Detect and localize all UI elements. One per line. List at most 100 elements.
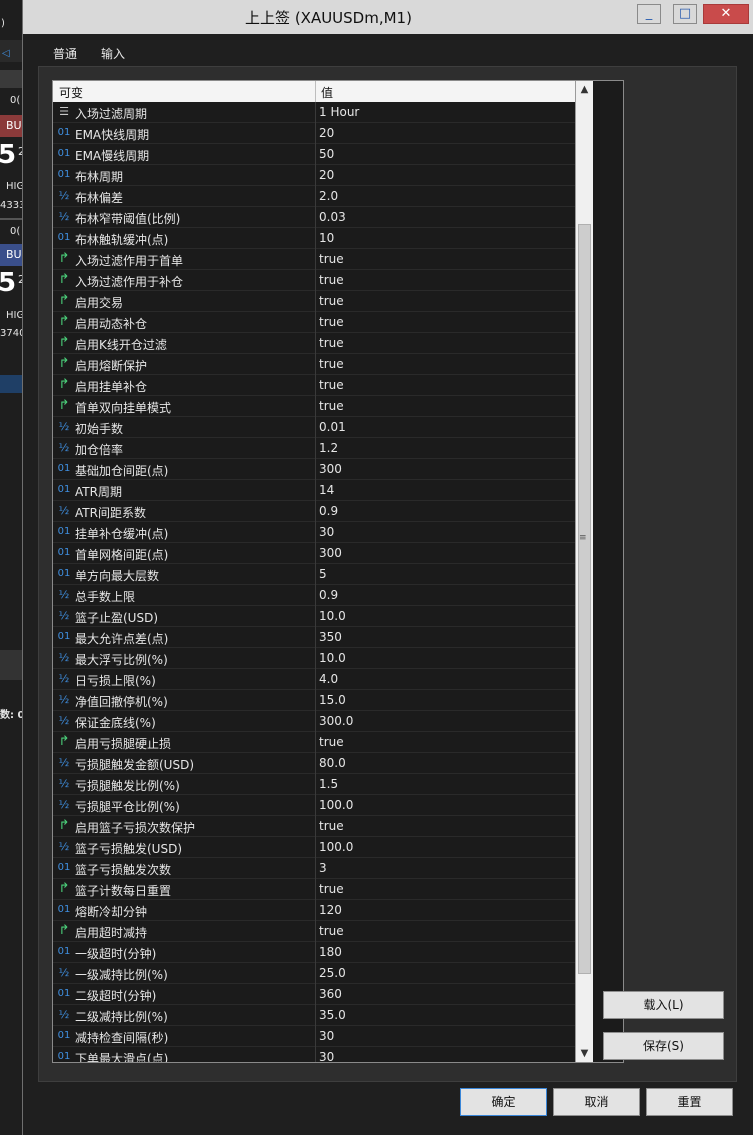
parameter-row[interactable]: 01 最大允许点差(点) 350 (53, 627, 575, 648)
parameter-row[interactable]: ½ 二级减持比例(%) 35.0 (53, 1005, 575, 1026)
parameter-row[interactable]: ½ 亏损腿平仓比例(%) 100.0 (53, 795, 575, 816)
parameter-row[interactable]: ↱ 启用篮子亏损次数保护 true (53, 816, 575, 837)
parameter-row[interactable]: ½ 布林窄带阈值(比例) 0.03 (53, 207, 575, 228)
parameter-value[interactable]: 300 (319, 462, 342, 476)
parameter-row[interactable]: ↱ 启用动态补仓 true (53, 312, 575, 333)
parameter-value[interactable]: 0.01 (319, 420, 346, 434)
parameter-row[interactable]: ↱ 首单双向挂单模式 true (53, 396, 575, 417)
parameter-value[interactable]: 35.0 (319, 1008, 346, 1022)
parameter-value[interactable]: 2.0 (319, 189, 338, 203)
parameter-value[interactable]: 300 (319, 546, 342, 560)
parameter-value[interactable]: 0.03 (319, 210, 346, 224)
parameter-row[interactable]: 01 篮子亏损触发次数 3 (53, 858, 575, 879)
parameter-value[interactable]: 1 Hour (319, 105, 359, 119)
parameter-value[interactable]: 4.0 (319, 672, 338, 686)
parameter-row[interactable]: ↱ 启用挂单补仓 true (53, 375, 575, 396)
parameter-row[interactable]: ½ 总手数上限 0.9 (53, 585, 575, 606)
parameter-value[interactable]: 3 (319, 861, 327, 875)
parameter-row[interactable]: ½ 篮子亏损触发(USD) 100.0 (53, 837, 575, 858)
parameter-row[interactable]: ½ 日亏损上限(%) 4.0 (53, 669, 575, 690)
parameter-row[interactable]: ↱ 启用交易 true (53, 291, 575, 312)
parameter-value[interactable]: true (319, 273, 344, 287)
parameter-value[interactable]: 0.9 (319, 588, 338, 602)
parameter-value[interactable]: 30 (319, 525, 334, 539)
parameter-value[interactable]: true (319, 315, 344, 329)
scroll-up-arrow-icon[interactable]: ▲ (576, 81, 593, 98)
parameter-row[interactable]: ½ ATR间距系数 0.9 (53, 501, 575, 522)
parameter-value[interactable]: true (319, 378, 344, 392)
parameter-value[interactable]: 180 (319, 945, 342, 959)
parameter-value[interactable]: 100.0 (319, 798, 353, 812)
parameter-value[interactable]: 20 (319, 126, 334, 140)
reset-button[interactable]: 重置 (646, 1088, 733, 1116)
parameter-row[interactable]: ↱ 启用亏损腿硬止损 true (53, 732, 575, 753)
close-button[interactable]: ✕ (703, 4, 749, 24)
parameter-value[interactable]: 10.0 (319, 609, 346, 623)
parameter-row[interactable]: 01 EMA慢线周期 50 (53, 144, 575, 165)
parameter-value[interactable]: true (319, 882, 344, 896)
parameter-value[interactable]: 25.0 (319, 966, 346, 980)
parameter-row[interactable]: ½ 加仓倍率 1.2 (53, 438, 575, 459)
parameter-row[interactable]: 01 布林周期 20 (53, 165, 575, 186)
parameter-row[interactable]: 01 ATR周期 14 (53, 480, 575, 501)
parameter-row[interactable]: 01 挂单补仓缓冲(点) 30 (53, 522, 575, 543)
maximize-button[interactable]: □ (673, 4, 697, 24)
parameter-value[interactable]: true (319, 252, 344, 266)
parameter-value[interactable]: 10 (319, 231, 334, 245)
parameter-row[interactable]: 01 一级超时(分钟) 180 (53, 942, 575, 963)
minimize-button[interactable]: _ (637, 4, 661, 24)
parameter-row[interactable]: ½ 保证金底线(%) 300.0 (53, 711, 575, 732)
parameter-row[interactable]: ½ 净值回撤停机(%) 15.0 (53, 690, 575, 711)
parameter-value[interactable]: true (319, 735, 344, 749)
parameter-row[interactable]: ½ 篮子止盈(USD) 10.0 (53, 606, 575, 627)
parameter-row[interactable]: ½ 亏损腿触发金额(USD) 80.0 (53, 753, 575, 774)
parameter-value[interactable]: 120 (319, 903, 342, 917)
parameter-value[interactable]: 10.0 (319, 651, 346, 665)
parameter-value[interactable]: 30 (319, 1050, 334, 1062)
parameter-value[interactable]: 360 (319, 987, 342, 1001)
column-header-variable[interactable]: 可变 (59, 84, 83, 101)
parameter-row[interactable]: ½ 布林偏差 2.0 (53, 186, 575, 207)
parameter-row[interactable]: ½ 初始手数 0.01 (53, 417, 575, 438)
parameter-value[interactable]: true (319, 819, 344, 833)
parameter-row[interactable]: 01 下单最大滑点(点) 30 (53, 1047, 575, 1062)
column-header-value[interactable]: 值 (321, 84, 333, 101)
parameter-row[interactable]: ↱ 启用熔断保护 true (53, 354, 575, 375)
parameter-value[interactable]: 300.0 (319, 714, 353, 728)
scroll-down-arrow-icon[interactable]: ▼ (576, 1045, 593, 1062)
parameter-row[interactable]: 01 二级超时(分钟) 360 (53, 984, 575, 1005)
parameter-value[interactable]: true (319, 924, 344, 938)
parameter-row[interactable]: 01 首单网格间距(点) 300 (53, 543, 575, 564)
scroll-thumb[interactable] (578, 224, 591, 974)
parameter-row[interactable]: 01 熔断冷却分钟 120 (53, 900, 575, 921)
parameter-value[interactable]: 80.0 (319, 756, 346, 770)
vertical-scrollbar[interactable]: ▲ ≡ ▼ (575, 81, 593, 1062)
cancel-button[interactable]: 取消 (553, 1088, 640, 1116)
ok-button[interactable]: 确定 (460, 1088, 547, 1116)
parameter-row[interactable]: 01 布林触轨缓冲(点) 10 (53, 228, 575, 249)
parameter-value[interactable]: 14 (319, 483, 334, 497)
parameter-value[interactable]: 20 (319, 168, 334, 182)
parameter-value[interactable]: 5 (319, 567, 327, 581)
parameter-row[interactable]: ½ 最大浮亏比例(%) 10.0 (53, 648, 575, 669)
parameter-row[interactable]: 01 EMA快线周期 20 (53, 123, 575, 144)
parameter-value[interactable]: 30 (319, 1029, 334, 1043)
parameter-value[interactable]: true (319, 357, 344, 371)
parameter-value[interactable]: true (319, 294, 344, 308)
parameter-value[interactable]: 100.0 (319, 840, 353, 854)
parameter-row[interactable]: ½ 亏损腿触发比例(%) 1.5 (53, 774, 575, 795)
parameter-value[interactable]: 1.2 (319, 441, 338, 455)
parameter-value[interactable]: 15.0 (319, 693, 346, 707)
title-bar[interactable]: 上上签 (XAUUSDm,M1) _ □ ✕ (23, 0, 753, 34)
parameter-row[interactable]: ↱ 启用超时减持 true (53, 921, 575, 942)
parameter-row[interactable]: ↱ 篮子计数每日重置 true (53, 879, 575, 900)
inputs-grid[interactable]: 可变 值 ☰ 入场过滤周期 1 Hour 01 EMA快线周期 20 01 EMA慢线周期 50… (52, 80, 624, 1063)
parameter-value[interactable]: 1.5 (319, 777, 338, 791)
parameter-row[interactable]: 01 基础加仓间距(点) 300 (53, 459, 575, 480)
parameter-value[interactable]: 0.9 (319, 504, 338, 518)
tab-inputs[interactable]: 输入 (101, 45, 126, 68)
parameter-row[interactable]: ½ 一级减持比例(%) 25.0 (53, 963, 575, 984)
parameter-value[interactable]: true (319, 336, 344, 350)
parameter-row[interactable]: ↱ 启用K线开仓过滤 true (53, 333, 575, 354)
tab-common[interactable]: 普通 (53, 45, 77, 62)
